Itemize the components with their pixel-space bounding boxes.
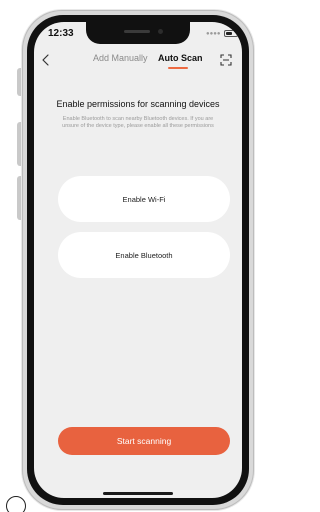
speaker-grille (124, 30, 150, 33)
start-scanning-label: Start scanning (116, 436, 172, 446)
front-camera (158, 29, 163, 34)
status-time: 12:33 (48, 28, 74, 39)
active-tab-indicator (168, 67, 188, 69)
scan-frame-icon[interactable] (220, 54, 232, 66)
app-screen: 12:33 ●●●● Add Manually Auto Scan Enable… (34, 22, 242, 498)
signal-dots-icon: ●●●● (206, 30, 221, 37)
status-indicators: ●●●● (206, 30, 240, 37)
enable-wifi-label: Enable Wi-Fi (122, 194, 166, 204)
enable-wifi-button[interactable]: Enable Wi-Fi (58, 176, 230, 222)
home-indicator[interactable] (103, 492, 173, 495)
back-arrow-icon[interactable] (40, 54, 52, 66)
notch (86, 22, 190, 44)
start-scanning-button[interactable]: Start scanning (58, 427, 230, 455)
enable-bluetooth-button[interactable]: Enable Bluetooth (58, 232, 230, 278)
tab-auto-scan[interactable]: Auto Scan (158, 53, 203, 63)
battery-icon (223, 30, 240, 37)
permissions-title: Enable permissions for scanning devices (56, 99, 220, 109)
top-nav: Add Manually Auto Scan (34, 50, 242, 70)
partial-circle-icon (6, 496, 26, 512)
tab-add-manually[interactable]: Add Manually (93, 53, 148, 63)
enable-bluetooth-label: Enable Bluetooth (115, 250, 173, 260)
permissions-description: Enable Bluetooth to scan nearby Bluetoot… (62, 116, 214, 129)
